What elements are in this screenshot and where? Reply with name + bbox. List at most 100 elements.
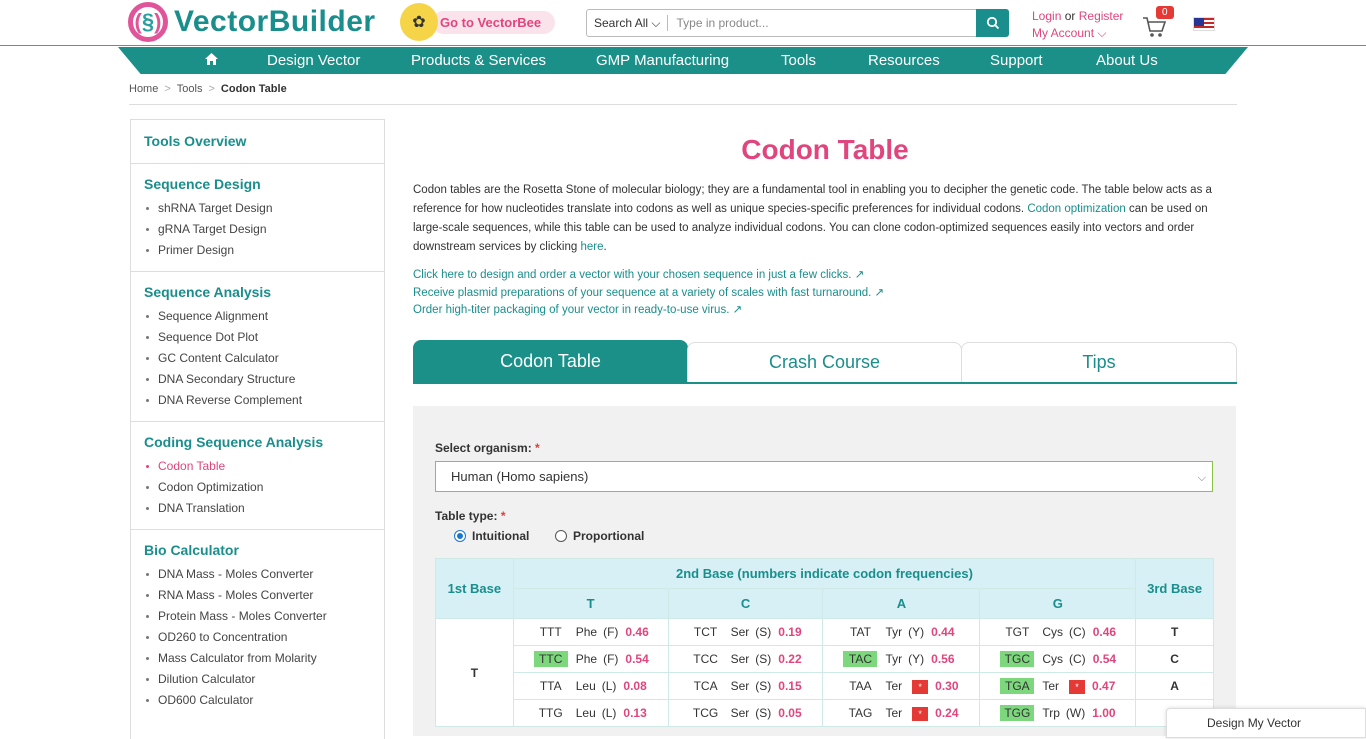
home-icon[interactable] [204,52,219,70]
main-content: Codon Table Codon tables are the Rosetta… [413,119,1237,384]
amino-acid: Phe [575,625,598,639]
codon-cell: TGG Trp (W) 1.00 [979,699,1137,727]
amino-acid: Ter [1042,679,1060,693]
search-button[interactable] [976,9,1009,37]
my-account-menu[interactable]: My Account ⌵ [1032,25,1123,42]
codon-frequency: 0.56 [931,652,955,666]
codon-frequency: 0.19 [778,625,802,639]
search-scope-select[interactable]: Search All ⌵ [587,15,669,31]
third-base-cell: C [1135,645,1214,673]
col-base-a: A [822,588,981,619]
sidebar-item[interactable]: gRNA Target Design [144,219,371,240]
stop-codon-icon: * [1069,679,1086,694]
nav-support[interactable]: Support [990,52,1043,69]
third-base-cell: A [1135,672,1214,700]
sidebar-section-title[interactable]: Sequence Analysis [144,284,371,300]
codon-frequency: 0.15 [778,679,802,693]
radio-proportional[interactable]: Proportional [555,529,644,543]
sidebar-item[interactable]: Primer Design [144,240,371,261]
search-input[interactable]: Type in product... [668,16,976,30]
sidebar-item[interactable]: Sequence Dot Plot [144,327,371,348]
breadcrumb-tools[interactable]: Tools [177,83,203,95]
sidebar-section-title[interactable]: Coding Sequence Analysis [144,434,371,450]
virus-packaging-link[interactable]: Order high-titer packaging of your vecto… [413,302,1237,320]
amino-acid: Tyr [885,625,903,639]
nav-products-services[interactable]: Products & Services [411,52,546,69]
amino-acid: Ser [730,625,750,639]
breadcrumb-home[interactable]: Home [129,83,158,95]
codon-code: TGT [1005,625,1030,639]
design-vector-link[interactable]: Click here to design and order a vector … [413,267,1237,285]
codon-cell: TAG Ter * 0.24 [822,699,981,727]
codon-cell: TCC Ser (S) 0.22 [667,645,824,673]
sidebar-item[interactable]: Protein Mass - Moles Converter [144,606,371,627]
design-my-vector-button[interactable]: Design My Vector [1166,708,1366,738]
sidebar-section-title[interactable]: Bio Calculator [144,542,371,558]
sidebar-item[interactable]: OD600 Calculator [144,690,371,711]
tab-tips[interactable]: Tips [961,342,1237,383]
codon-row: T TTT Phe (F) 0.46 TCT Ser (S) 0.19 TAT Tyr (Y) 0.44… [435,618,1214,727]
codon-row: TTG Leu (L) 0.13 TCG Ser (S) 0.05 TAG Ter * 0.24 TGG… [436,699,1214,727]
codon-cell: TAA Ter * 0.30 [822,672,981,700]
organism-select[interactable]: Human (Homo sapiens) ⌵ [435,461,1213,492]
tab-codon-table[interactable]: Codon Table [413,340,688,383]
main-nav: Design Vector Products & Services GMP Ma… [118,47,1248,74]
amino-acid: Ter [885,679,903,693]
codon-frequency: 0.24 [935,706,959,720]
vectorbee-link[interactable]: ✿ Go to VectorBee [400,3,556,41]
sidebar-item[interactable]: DNA Translation [144,498,371,519]
codon-cell: TCG Ser (S) 0.05 [667,699,824,727]
sidebar-item[interactable]: DNA Reverse Complement [144,390,371,411]
amino-acid: Leu [575,706,596,720]
sidebar-item[interactable]: GC Content Calculator [144,348,371,369]
radio-intuitional[interactable]: Intuitional [454,529,529,543]
external-link-icon: ↗ [732,304,743,316]
sidebar-item[interactable]: Codon Optimization [144,477,371,498]
codon-row: TTA Leu (L) 0.08 TCA Ser (S) 0.15 TAA Ter * 0.30 TGA… [436,672,1214,700]
amino-acid: Ser [730,652,750,666]
login-link[interactable]: Login [1032,9,1061,23]
nav-tools[interactable]: Tools [781,52,816,69]
sidebar-item-codon-table[interactable]: Codon Table [144,456,371,477]
codon-code: TGC [1000,651,1035,667]
nav-resources[interactable]: Resources [868,52,940,69]
sidebar-item[interactable]: shRNA Target Design [144,198,371,219]
cart-button[interactable]: 0 [1140,6,1180,40]
plasmid-prep-link[interactable]: Receive plasmid preparations of your seq… [413,285,1237,303]
logo-text: VectorBuilder [174,5,376,38]
quick-links: Click here to design and order a vector … [413,267,1237,320]
codon-code: TGG [1000,705,1035,721]
amino-acid: Leu [575,679,596,693]
sidebar-item[interactable]: RNA Mass - Moles Converter [144,585,371,606]
amino-acid-abbr: (Y) [908,652,925,666]
codon-frequency: 0.54 [1092,652,1117,666]
amino-acid-abbr: (F) [603,652,619,666]
organism-label: Select organism: * [435,441,540,455]
sidebar-item[interactable]: DNA Mass - Moles Converter [144,564,371,585]
nav-design-vector[interactable]: Design Vector [267,52,360,69]
table-type-label: Table type: * [435,509,506,523]
nav-gmp-manufacturing[interactable]: GMP Manufacturing [596,52,729,69]
tab-crash-course[interactable]: Crash Course [687,342,962,383]
sidebar-item[interactable]: Sequence Alignment [144,306,371,327]
amino-acid-abbr: (C) [1069,652,1086,666]
amino-acid: Cys [1042,625,1064,639]
sidebar-item[interactable]: Mass Calculator from Molarity [144,648,371,669]
sidebar-section-title[interactable]: Sequence Design [144,176,371,192]
tools-sidebar: Tools Overview Sequence Design shRNA Tar… [130,119,385,739]
sidebar-item[interactable]: Dilution Calculator [144,669,371,690]
codon-cell: TTG Leu (L) 0.13 [512,699,669,727]
us-flag-icon[interactable] [1193,17,1215,31]
codon-optimization-link[interactable]: Codon optimization [1027,203,1125,215]
sidebar-item[interactable]: OD260 to Concentration [144,627,371,648]
nav-about-us[interactable]: About Us [1096,52,1158,69]
external-link-icon: ↗ [854,269,865,281]
amino-acid-abbr: (S) [755,679,772,693]
site-logo[interactable]: (§) VectorBuilder [128,2,376,42]
search-bar: Search All ⌵ Type in product... [586,9,1009,37]
register-link[interactable]: Register [1079,9,1124,23]
sidebar-item[interactable]: DNA Secondary Structure [144,369,371,390]
sidebar-tools-overview[interactable]: Tools Overview [144,133,371,149]
here-link[interactable]: here [580,241,603,253]
second-base-header: 2nd Base (numbers indicate codon frequen… [512,558,1137,589]
